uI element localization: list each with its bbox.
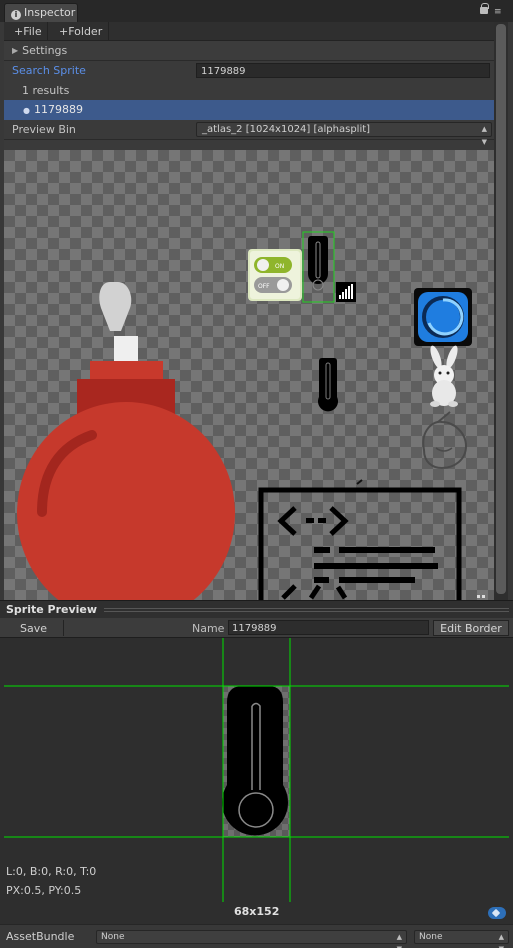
save-button[interactable]: Save [4, 620, 64, 636]
small-edge-sprite[interactable] [477, 595, 485, 598]
settings-label: Settings [22, 44, 68, 57]
preview-bin-row: Preview Bin _atlas_2 [1024x1024] [alphas… [4, 120, 494, 146]
tab-inspector[interactable]: i Inspector [4, 3, 78, 22]
asset-bundle-label: AssetBundle [6, 930, 75, 943]
thermometer-selected-sprite[interactable] [302, 231, 335, 303]
tab-inspector-label: Inspector [24, 6, 76, 19]
bunny-sprite[interactable] [428, 344, 460, 407]
asset-bundle-bar: AssetBundle None ▲▼ None ▲▼ [0, 924, 513, 948]
asset-bundle-variant-dropdown[interactable]: None ▲▼ [414, 930, 509, 948]
preview-bin-dropdown[interactable]: _atlas_2 [1024x1024] [alphasplit] ▲ ▼ [196, 122, 492, 146]
add-folder-button[interactable]: +Folder [49, 22, 109, 41]
dropdown-arrow-icon: ▲▼ [498, 933, 504, 948]
thermometer-sprite[interactable] [318, 358, 339, 412]
toggle-off-label: OFF [258, 283, 270, 290]
border-info: L:0, B:0, R:0, T:0 [6, 865, 97, 878]
sprite-preview-header[interactable]: Sprite Preview [0, 600, 513, 618]
atlas-preview[interactable]: ON OFF [4, 150, 494, 600]
inspector-scrollbar[interactable] [494, 22, 508, 600]
add-file-button[interactable]: +File [4, 22, 48, 41]
foldout-arrow-icon: ▶ [12, 46, 19, 55]
atlas-sprites: ON OFF [17, 231, 485, 600]
info-icon: i [11, 10, 21, 20]
scrollbar-thumb[interactable] [496, 24, 506, 594]
edit-border-button[interactable]: Edit Border [433, 620, 509, 636]
asset-bundle-name-dropdown[interactable]: None ▲▼ [96, 930, 407, 948]
results-count: 1 results [22, 84, 70, 97]
name-label: Name [192, 622, 225, 635]
dropdown-arrow-icon: ▲▼ [396, 933, 402, 948]
toggle-switch-sprite[interactable]: ON OFF [248, 249, 302, 301]
signal-bars-sprite[interactable] [336, 282, 356, 302]
lock-icon[interactable] [480, 3, 489, 14]
bullet-icon: ● [23, 106, 30, 115]
blue-spiral-icon-sprite[interactable] [414, 288, 472, 346]
inspector-toolbar: +File +Folder [4, 22, 494, 41]
code-document-sprite[interactable] [258, 487, 462, 600]
search-sprite-label: Search Sprite [12, 64, 86, 77]
result-item-label: 1179889 [33, 103, 83, 116]
search-sprite-input[interactable] [196, 63, 490, 78]
preview-bin-label: Preview Bin [12, 123, 76, 136]
thermometer-preview [222, 686, 288, 836]
dropdown-arrow-icon: ▲▼ [481, 125, 487, 146]
preview-bin-value: _atlas_2 [1024x1024] [alphasplit] [202, 124, 371, 135]
tag-icon[interactable] [488, 907, 506, 919]
sprite-preview-toolbar: Save Name Edit Border [0, 618, 513, 638]
pivot-info: PX:0.5, PY:0.5 [6, 884, 82, 897]
ghost-outline-sprite[interactable] [422, 411, 468, 470]
menu-icon[interactable]: ≡ [494, 8, 502, 17]
inspector-panel: +File +Folder ▶ Settings Search Sprite 1 … [4, 22, 494, 600]
sprite-preview-canvas[interactable] [0, 638, 513, 924]
resize-grip[interactable] [104, 608, 509, 612]
sprite-name-input[interactable] [228, 620, 429, 635]
asset-bundle-variant-value: None [419, 932, 443, 942]
window-tab-bar: i Inspector ≡ [0, 0, 513, 22]
result-list-item[interactable]: ● 1179889 [4, 100, 494, 120]
settings-foldout[interactable]: ▶ Settings [4, 41, 494, 61]
sprite-preview-title: Sprite Preview [6, 603, 98, 616]
sprite-preview-svg [4, 638, 509, 902]
sprite-size-label: 68x152 [234, 905, 280, 918]
toggle-on-label: ON [275, 263, 284, 270]
asset-bundle-name-value: None [101, 932, 125, 942]
search-sprite-row: Search Sprite [4, 61, 494, 81]
bomb-sprite[interactable] [17, 282, 235, 600]
